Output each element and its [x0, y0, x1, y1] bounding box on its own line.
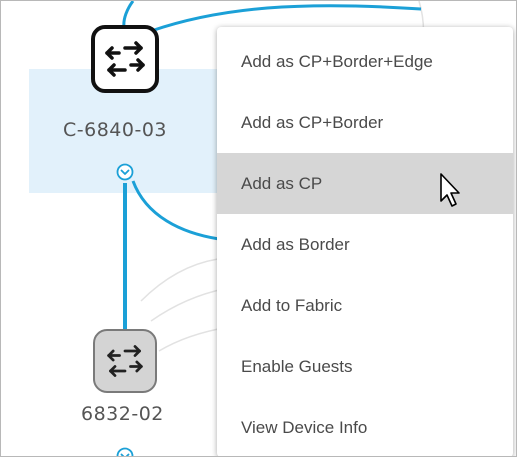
mouse-cursor-icon — [440, 173, 460, 207]
device-node-6832-02[interactable] — [93, 329, 157, 393]
menu-item-add-cp-border-edge[interactable]: Add as CP+Border+Edge — [217, 31, 513, 92]
node-label: C-6840-03 — [63, 119, 168, 141]
menu-item-add-to-fabric[interactable]: Add to Fabric — [217, 275, 513, 336]
menu-item-add-cp[interactable]: Add as CP — [217, 153, 513, 214]
switch-arrows-icon — [107, 345, 143, 377]
chevron-down-icon[interactable] — [116, 163, 134, 181]
switch-arrows-icon — [105, 41, 145, 77]
menu-item-enable-guests[interactable]: Enable Guests — [217, 336, 513, 397]
menu-item-view-device-info[interactable]: View Device Info — [217, 397, 513, 456]
node-label: 6832-02 — [81, 403, 164, 425]
link-blue — [122, 1, 135, 28]
context-menu: Add as CP+Border+Edge Add as CP+Border A… — [217, 27, 513, 456]
menu-item-add-border[interactable]: Add as Border — [217, 214, 513, 275]
chevron-down-icon[interactable] — [116, 447, 134, 457]
device-node-c-6840-03[interactable] — [91, 25, 159, 93]
topology-canvas[interactable]: C-6840-03 6832-02 Add as CP+Border+Edge … — [0, 0, 517, 457]
menu-item-add-cp-border[interactable]: Add as CP+Border — [217, 92, 513, 153]
link-blue — [131, 180, 220, 241]
